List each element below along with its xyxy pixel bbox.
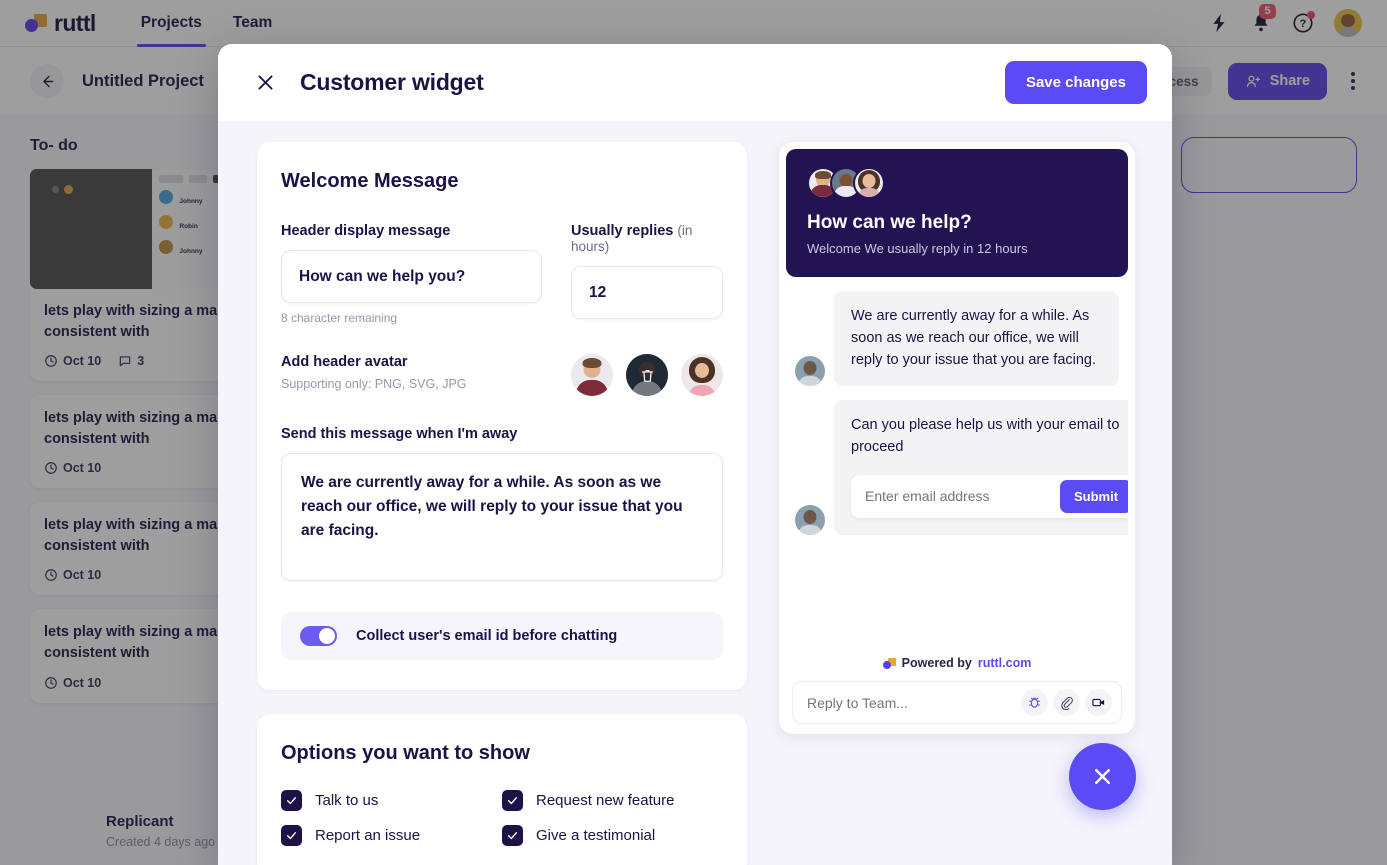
avatar-option-1[interactable] [571,354,613,396]
option-give-a-testimonial[interactable]: Give a testimonial [502,825,723,846]
ruttl-logo-icon [882,657,896,669]
option-label: Give a testimonial [536,827,656,844]
header-display-field: Header display message 8 character remai… [281,223,542,325]
widget-reply-bar [792,681,1122,724]
modal-body: Welcome Message Header display message 8… [218,121,1172,865]
checkbox-checked-icon[interactable] [502,825,523,846]
widget-message-text: Can you please help us with your email t… [851,417,1120,455]
collect-email-toggle-row[interactable]: Collect user's email id before chatting [281,612,723,660]
widget-email-capture: Submit [851,474,1128,518]
video-camera-icon[interactable] [1085,689,1112,716]
modal-title: Customer widget [300,69,484,95]
header-display-input[interactable] [281,250,542,303]
customer-widget-modal: Customer widget Save changes Welcome Mes… [218,44,1172,865]
bug-icon[interactable] [1021,689,1048,716]
save-changes-button[interactable]: Save changes [1004,61,1147,104]
paperclip-icon[interactable] [1053,689,1080,716]
header-avatar-section: Add header avatar Supporting only: PNG, … [281,354,723,396]
welcome-fields: Header display message 8 character remai… [281,223,723,325]
widget-email-bubble: Can you please help us with your email t… [834,400,1128,535]
collect-email-label: Collect user's email id before chatting [356,628,618,644]
away-message-label: Send this message when I'm away [281,426,518,442]
options-list: Talk to us Request new feature Report an… [281,790,723,846]
header-avatar-list [571,354,723,396]
header-display-label: Header display message [281,223,451,239]
trash-icon [641,369,653,382]
checkbox-checked-icon[interactable] [281,790,302,811]
header-avatar-text: Add header avatar Supporting only: PNG, … [281,354,571,391]
widget-avatar-stack [807,167,1107,199]
widget-message-list: We are currently away for a while. As so… [786,277,1128,650]
welcome-message-heading: Welcome Message [281,170,459,192]
message-sender-avatar [795,504,825,535]
checkbox-checked-icon[interactable] [281,825,302,846]
widget-header-subtitle: Welcome We usually reply in 12 hours [807,241,1028,256]
widget-avatar-3 [853,167,885,199]
options-panel: Options you want to show Talk to us Requ… [257,714,747,865]
widget-header: How can we help? Welcome We usually repl… [786,149,1128,277]
widget-message-bubble: We are currently away for a while. As so… [834,291,1119,387]
close-icon[interactable] [252,70,278,96]
avatar-format-hint: Supporting only: PNG, SVG, JPG [281,377,467,391]
ruttl-link[interactable]: ruttl.com [978,656,1031,670]
delete-avatar-overlay[interactable] [626,354,668,396]
widget-message-row: We are currently away for a while. As so… [795,291,1119,387]
chat-widget-preview: How can we help? Welcome We usually repl… [779,142,1135,734]
usually-replies-label: Usually replies (in hours) [571,223,723,255]
close-icon [1095,769,1110,784]
widget-preview-column: How can we help? Welcome We usually repl… [779,142,1136,865]
avatar-option-2[interactable] [626,354,668,396]
widget-close-fab[interactable] [1069,743,1136,810]
option-talk-to-us[interactable]: Talk to us [281,790,502,811]
add-header-avatar-label: Add header avatar [281,354,408,370]
option-label: Talk to us [315,792,379,809]
options-heading: Options you want to show [281,742,530,764]
widget-email-input[interactable] [851,488,1060,505]
character-hint: 8 character remaining [281,311,398,325]
away-message-textarea[interactable] [281,453,723,581]
widget-message-row: Can you please help us with your email t… [795,400,1128,535]
usually-replies-input[interactable] [571,266,723,319]
widget-submit-button[interactable]: Submit [1060,479,1128,513]
option-label: Report an issue [315,827,421,844]
settings-column: Welcome Message Header display message 8… [257,142,747,865]
powered-by-footer: Powered by ruttl.com [786,650,1128,681]
option-request-new-feature[interactable]: Request new feature [502,790,723,811]
usually-replies-label-text: Usually replies [571,223,674,239]
usually-replies-field: Usually replies (in hours) [571,223,723,325]
message-sender-avatar [795,356,825,387]
widget-reply-input[interactable] [807,694,1016,711]
checkbox-checked-icon[interactable] [502,790,523,811]
welcome-message-panel: Welcome Message Header display message 8… [257,142,747,690]
collect-email-toggle[interactable] [300,626,337,646]
avatar-option-3[interactable] [681,354,723,396]
option-report-an-issue[interactable]: Report an issue [281,825,502,846]
option-label: Request new feature [536,792,675,809]
modal-header: Customer widget Save changes [218,44,1172,121]
powered-by-text: Powered by [901,656,972,670]
widget-header-title: How can we help? [807,212,972,233]
